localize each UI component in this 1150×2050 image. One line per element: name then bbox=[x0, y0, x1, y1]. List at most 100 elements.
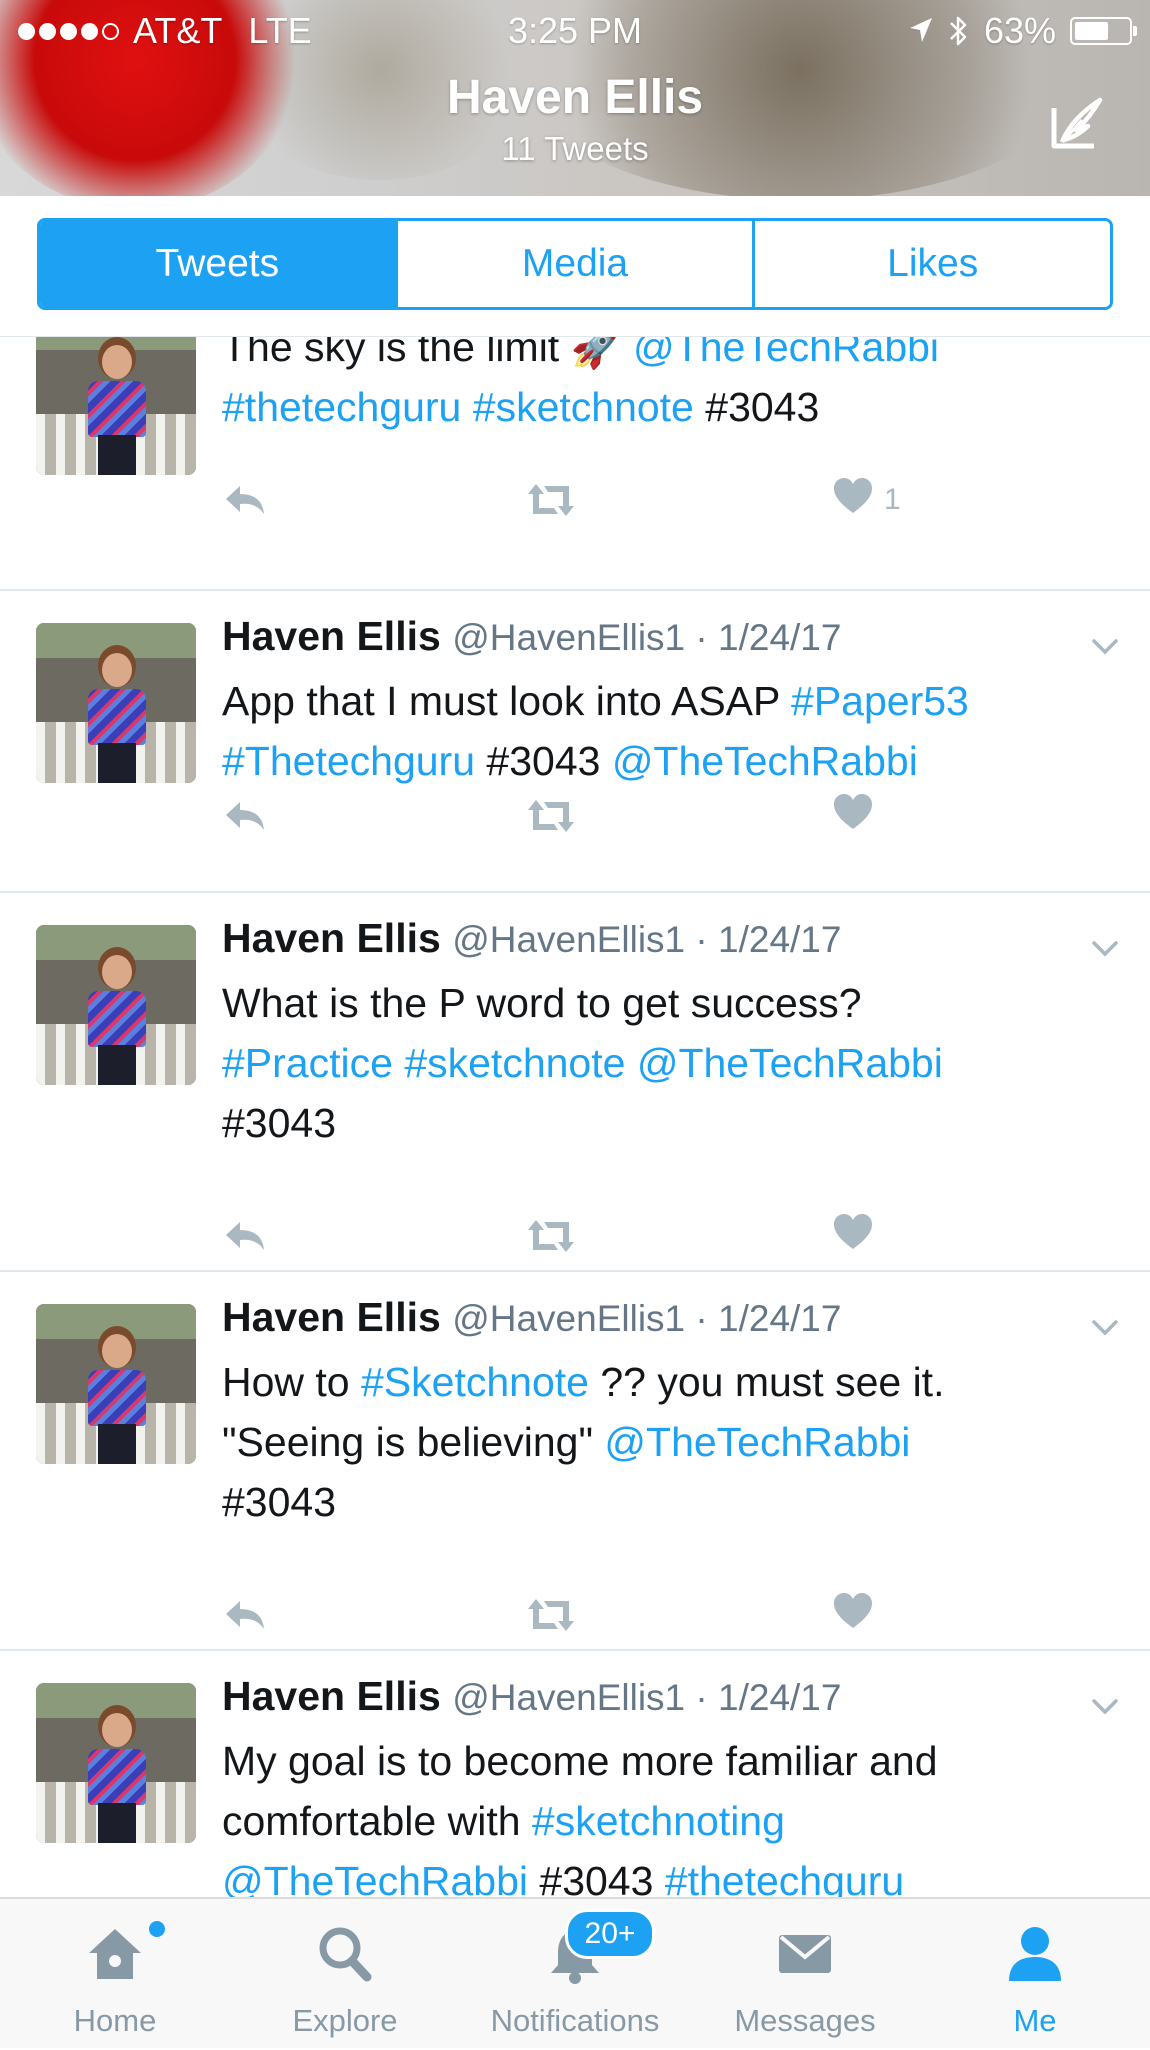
like-button[interactable] bbox=[832, 791, 884, 841]
tab-likes[interactable]: Likes bbox=[752, 221, 1110, 307]
tweet-link[interactable]: #Practice bbox=[222, 1040, 393, 1086]
tweet-text-segment: #3043 bbox=[222, 1100, 337, 1146]
tweet-link[interactable]: @TheTechRabbi bbox=[604, 1419, 910, 1465]
tweet-card[interactable]: The sky is the limit 🚀 @TheTechRabbi #the… bbox=[0, 337, 1150, 591]
tab-home[interactable]: Home bbox=[0, 1899, 230, 2050]
tweet-link[interactable]: @TheTechRabbi bbox=[612, 738, 918, 784]
profile-header: AT&T LTE 3:25 PM 63% Haven Ellis 11 Twee… bbox=[0, 0, 1150, 196]
avatar[interactable] bbox=[36, 623, 196, 783]
author-handle[interactable]: @HavenEllis1 bbox=[452, 1677, 685, 1718]
tweet-feed[interactable]: The sky is the limit 🚀 @TheTechRabbi #the… bbox=[0, 337, 1150, 1897]
chevron-down-icon[interactable] bbox=[1090, 631, 1120, 661]
tweet-text-segment: comfortable with bbox=[222, 1798, 532, 1844]
avatar[interactable] bbox=[36, 925, 196, 1085]
tweet-link[interactable]: #thetechguru bbox=[222, 384, 461, 430]
tweet-link[interactable]: #thetechguru bbox=[665, 1858, 904, 1897]
person-icon bbox=[1009, 1927, 1061, 1981]
meta-separator: · bbox=[685, 919, 719, 960]
avatar[interactable] bbox=[36, 1304, 196, 1464]
tweet-text-segment: What is the P word to get success? bbox=[222, 980, 862, 1026]
tab-home-label: Home bbox=[73, 2003, 157, 2038]
profile-tabs-bar: Tweets Media Likes bbox=[0, 196, 1150, 337]
author-handle[interactable]: @HavenEllis1 bbox=[452, 919, 685, 960]
reply-icon[interactable] bbox=[222, 791, 268, 841]
like-button[interactable]: 1 bbox=[832, 475, 901, 525]
tweet-text-segment: #3043 bbox=[222, 1479, 337, 1525]
tweet-actions bbox=[222, 1590, 922, 1640]
tab-me[interactable]: Me bbox=[920, 1899, 1150, 2050]
meta-separator: · bbox=[685, 617, 719, 658]
author-name[interactable]: Haven Ellis bbox=[222, 1673, 441, 1719]
chevron-down-icon[interactable] bbox=[1090, 1312, 1120, 1342]
chevron-down-icon[interactable] bbox=[1090, 1691, 1120, 1721]
tweet-actions bbox=[222, 791, 922, 841]
tab-notifications-label: Notifications bbox=[490, 2003, 660, 2038]
profile-tabs: Tweets Media Likes bbox=[37, 218, 1113, 310]
tweet-date: 1/24/17 bbox=[718, 1677, 842, 1718]
tweet-text: My goal is to become more familiar and co… bbox=[222, 1731, 1122, 1897]
author-handle[interactable]: @HavenEllis1 bbox=[452, 1298, 685, 1339]
tweet-text-segment: #3043 bbox=[475, 738, 612, 784]
tab-explore[interactable]: Explore bbox=[230, 1899, 460, 2050]
tweet-text-line: App that I must look into ASAP #Paper53 bbox=[222, 671, 1122, 731]
tweet-link[interactable]: #sketchnote bbox=[404, 1040, 625, 1086]
tweet-text-segment: App that I must look into ASAP bbox=[222, 678, 792, 724]
like-button[interactable] bbox=[832, 1590, 884, 1640]
tweet-text-segment: 🚀 bbox=[570, 337, 634, 370]
retweet-icon[interactable] bbox=[522, 475, 580, 525]
tweet-count: 11 Tweets bbox=[501, 130, 649, 167]
tweet-text-line: #thetechguru #sketchnote #3043 bbox=[222, 377, 1122, 437]
tweet-text-segment bbox=[393, 1040, 404, 1086]
tweet-link[interactable]: @TheTechRabbi bbox=[222, 1858, 528, 1897]
tweet-link[interactable]: #Thetechguru bbox=[222, 738, 475, 784]
tweet-card[interactable]: Haven Ellis @HavenEllis1 · 1/24/17 My goa… bbox=[0, 1651, 1150, 1897]
tweet-text-segment: How to bbox=[222, 1359, 361, 1405]
compose-icon[interactable] bbox=[1042, 90, 1112, 160]
tweet-date: 1/24/17 bbox=[718, 1298, 842, 1339]
tweet-header: Haven Ellis @HavenEllis1 · 1/24/17 bbox=[222, 1294, 841, 1341]
tweet-card[interactable]: Haven Ellis @HavenEllis1 · 1/24/17 What i… bbox=[0, 893, 1150, 1272]
tweet-text-line: #3043 bbox=[222, 1093, 1122, 1153]
tweet-card[interactable]: Haven Ellis @HavenEllis1 · 1/24/17 How to… bbox=[0, 1272, 1150, 1651]
tweet-actions bbox=[222, 1211, 922, 1261]
retweet-icon[interactable] bbox=[522, 1211, 580, 1261]
tweet-link[interactable]: #sketchnoting bbox=[532, 1798, 785, 1844]
tweet-header: Haven Ellis @HavenEllis1 · 1/24/17 bbox=[222, 613, 841, 660]
tweet-text: How to #Sketchnote ?? you must see it. "S… bbox=[222, 1352, 1122, 1532]
bluetooth-icon bbox=[950, 16, 967, 46]
author-handle[interactable]: @HavenEllis1 bbox=[452, 617, 685, 658]
tab-messages[interactable]: Messages bbox=[690, 1899, 920, 2050]
author-name[interactable]: Haven Ellis bbox=[222, 915, 441, 961]
tab-tweets[interactable]: Tweets bbox=[40, 221, 395, 307]
reply-icon[interactable] bbox=[222, 1590, 268, 1640]
avatar[interactable] bbox=[36, 1683, 196, 1843]
tweet-text: The sky is the limit 🚀 @TheTechRabbi #the… bbox=[222, 337, 1122, 437]
tweet-text-line: #Thetechguru #3043 @TheTechRabbi bbox=[222, 731, 1122, 791]
author-name[interactable]: Haven Ellis bbox=[222, 613, 441, 659]
chevron-down-icon[interactable] bbox=[1090, 933, 1120, 963]
tweet-text: App that I must look into ASAP #Paper53 #… bbox=[222, 671, 1122, 791]
retweet-icon[interactable] bbox=[522, 1590, 580, 1640]
reply-icon[interactable] bbox=[222, 475, 268, 525]
tab-explore-label: Explore bbox=[292, 2003, 398, 2038]
tweet-link[interactable]: @TheTechRabbi bbox=[633, 337, 939, 370]
tweet-link[interactable]: #Paper53 bbox=[791, 678, 969, 724]
tab-media[interactable]: Media bbox=[394, 221, 753, 307]
author-name[interactable]: Haven Ellis bbox=[222, 1294, 441, 1340]
tweet-link[interactable]: #Sketchnote bbox=[361, 1359, 589, 1405]
meta-separator: · bbox=[685, 1298, 719, 1339]
reply-icon[interactable] bbox=[222, 1211, 268, 1261]
notifications-badge: 20+ bbox=[565, 1909, 655, 1959]
tweet-date: 1/24/17 bbox=[718, 617, 842, 658]
tweet-link[interactable]: #sketchnote bbox=[473, 384, 694, 430]
home-icon bbox=[89, 1929, 141, 1979]
heart-icon bbox=[832, 792, 874, 840]
tweet-link[interactable]: @TheTechRabbi bbox=[637, 1040, 943, 1086]
like-button[interactable] bbox=[832, 1211, 884, 1261]
tweet-text-line: @TheTechRabbi #3043 #thetechguru bbox=[222, 1851, 1122, 1897]
tweet-text-segment: The sky is the limit bbox=[222, 337, 571, 370]
tweet-card[interactable]: Haven Ellis @HavenEllis1 · 1/24/17 App th… bbox=[0, 591, 1150, 893]
avatar[interactable] bbox=[36, 337, 196, 475]
retweet-icon[interactable] bbox=[522, 791, 580, 841]
home-unread-dot bbox=[149, 1921, 165, 1937]
